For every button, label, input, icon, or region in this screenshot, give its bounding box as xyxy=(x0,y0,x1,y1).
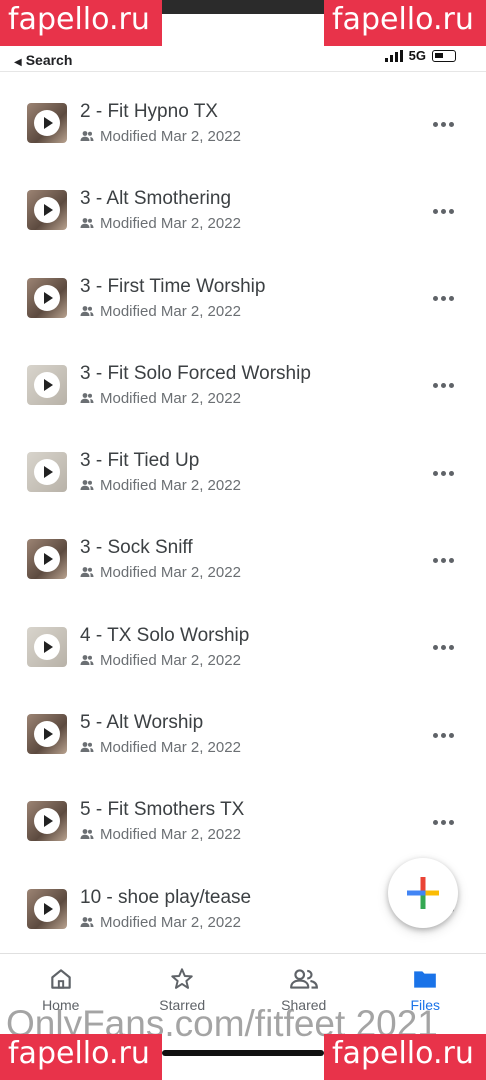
file-list: 2 - Fit Hypno TX Modified Mar 2, 2022 3 - … xyxy=(0,80,486,953)
file-row[interactable]: 3 - Fit Tied Up Modified Mar 2, 2022 xyxy=(0,429,486,516)
video-thumbnail[interactable] xyxy=(27,714,67,755)
file-row[interactable]: 4 - TX Solo Worship Modified Mar 2, 2022 xyxy=(0,604,486,691)
back-to-search-link[interactable]: ◀ Search xyxy=(14,52,72,68)
more-options-button[interactable] xyxy=(430,642,456,654)
file-modified-date: Modified Mar 2, 2022 xyxy=(100,739,241,757)
people-icon xyxy=(80,392,94,403)
folder-icon xyxy=(414,971,437,988)
people-icon xyxy=(80,131,94,141)
people-icon xyxy=(80,567,94,578)
video-thumbnail[interactable] xyxy=(27,277,67,318)
new-button[interactable] xyxy=(388,858,458,928)
file-title: 5 - Alt Worship xyxy=(80,712,204,734)
file-title: 5 - Fit Smothers TX xyxy=(80,799,245,821)
play-icon xyxy=(34,895,60,922)
people-icon xyxy=(80,218,94,229)
video-thumbnail[interactable] xyxy=(27,539,67,580)
play-icon xyxy=(34,808,60,835)
more-options-button[interactable] xyxy=(430,118,456,130)
file-modified-date: Modified Mar 2, 2022 xyxy=(100,215,241,233)
plus-icon xyxy=(407,877,439,909)
video-thumbnail[interactable] xyxy=(27,801,67,842)
signal-icon xyxy=(384,49,403,62)
file-title: 3 - Sock Sniff xyxy=(80,537,193,559)
video-thumbnail[interactable] xyxy=(27,888,67,929)
file-title: 3 - Fit Solo Forced Worship xyxy=(80,362,311,384)
more-options-button[interactable] xyxy=(430,554,456,566)
play-icon xyxy=(34,371,60,398)
file-row[interactable]: 3 - Alt Smothering Modified Mar 2, 2022 xyxy=(0,167,486,254)
home-icon xyxy=(51,969,71,989)
file-modified-date: Modified Mar 2, 2022 xyxy=(100,128,241,145)
people-icon xyxy=(80,829,94,840)
people-icon xyxy=(80,654,94,665)
file-modified-date: Modified Mar 2, 2022 xyxy=(100,389,241,407)
file-row[interactable]: 3 - Fit Solo Forced Worship Modified Mar … xyxy=(0,342,486,429)
home-indicator xyxy=(162,1050,324,1056)
file-modified-date: Modified Mar 2, 2022 xyxy=(100,302,241,320)
file-row[interactable]: 3 - First Time Worship Modified Mar 2, 20… xyxy=(0,255,486,342)
file-title: 4 - TX Solo Worship xyxy=(80,624,250,646)
file-row[interactable]: 5 - Fit Smothers TX Modified Mar 2, 2022 xyxy=(0,778,486,865)
play-icon xyxy=(34,284,60,311)
people-icon xyxy=(80,480,94,491)
status-icons: 5G xyxy=(384,48,456,63)
more-options-button[interactable] xyxy=(430,205,456,217)
play-icon xyxy=(34,197,60,224)
video-thumbnail[interactable] xyxy=(27,190,67,231)
file-modified-date: Modified Mar 2, 2022 xyxy=(100,913,241,931)
play-icon xyxy=(34,110,60,136)
more-options-button[interactable] xyxy=(430,729,456,741)
file-row[interactable]: 2 - Fit Hypno TX Modified Mar 2, 2022 xyxy=(0,80,486,167)
file-title: 3 - Fit Tied Up xyxy=(80,450,200,472)
watermark-bottom-right: fapello.ru xyxy=(324,1034,486,1080)
play-icon xyxy=(34,633,60,660)
back-arrow-icon: ◀ xyxy=(14,57,22,68)
file-title: 3 - First Time Worship xyxy=(80,275,266,297)
file-modified-date: Modified Mar 2, 2022 xyxy=(100,564,241,582)
play-icon xyxy=(34,546,60,573)
watermark-top-left: fapello.ru xyxy=(0,0,162,46)
people-icon xyxy=(289,969,318,989)
video-thumbnail[interactable] xyxy=(27,626,67,667)
more-options-button[interactable] xyxy=(430,467,456,479)
more-options-button[interactable] xyxy=(430,380,456,392)
more-options-button[interactable] xyxy=(430,816,456,828)
file-row[interactable]: 3 - Sock Sniff Modified Mar 2, 2022 xyxy=(0,516,486,603)
file-modified-date: Modified Mar 2, 2022 xyxy=(100,651,241,669)
file-modified-date: Modified Mar 2, 2022 xyxy=(100,477,241,495)
network-label: 5G xyxy=(408,48,426,63)
play-icon xyxy=(34,459,60,486)
battery-icon xyxy=(432,49,456,62)
star-icon xyxy=(171,968,193,989)
more-options-button[interactable] xyxy=(430,293,456,305)
file-title: 2 - Fit Hypno TX xyxy=(80,101,218,122)
file-title: 3 - Alt Smothering xyxy=(80,188,232,210)
people-icon xyxy=(80,742,94,753)
people-icon xyxy=(80,305,94,316)
back-label: Search xyxy=(25,52,73,68)
video-thumbnail[interactable] xyxy=(27,364,67,405)
people-icon xyxy=(80,916,94,927)
video-thumbnail[interactable] xyxy=(27,103,67,143)
watermark-bottom-left: fapello.ru xyxy=(0,1034,162,1080)
file-modified-date: Modified Mar 2, 2022 xyxy=(100,826,241,844)
video-thumbnail[interactable] xyxy=(27,452,67,493)
file-row[interactable]: 5 - Alt Worship Modified Mar 2, 2022 xyxy=(0,691,486,778)
watermark-top-right: fapello.ru xyxy=(324,0,486,46)
play-icon xyxy=(34,721,60,748)
file-title: 10 - shoe play/tease xyxy=(80,886,252,908)
